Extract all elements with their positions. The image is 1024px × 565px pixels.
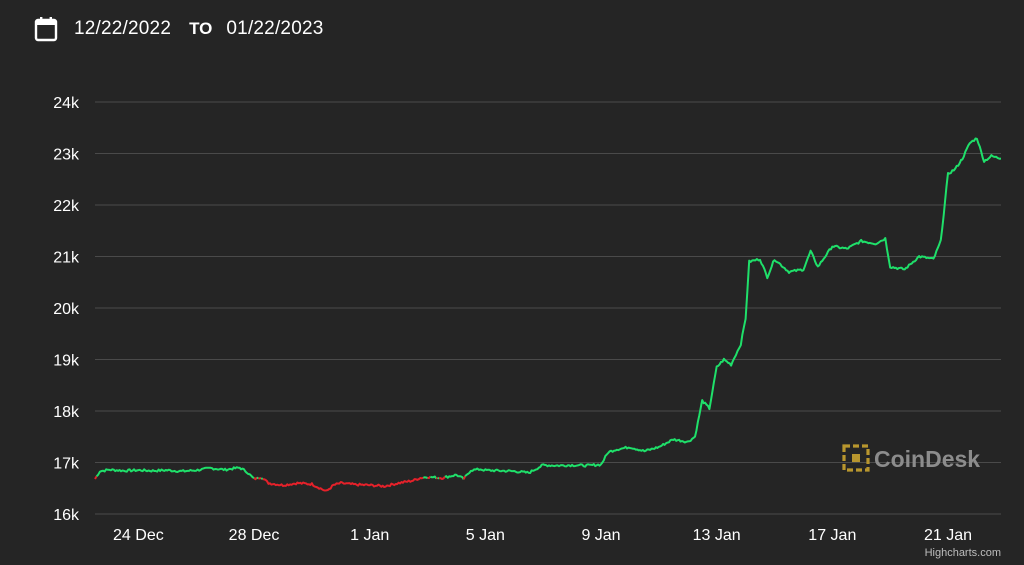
y-tick-label: 20k [53,301,80,318]
y-tick-label: 17k [53,456,80,473]
price-line-segment-up [444,473,465,480]
x-tick-label: 17 Jan [808,527,856,544]
y-tick-label: 22k [53,198,80,215]
y-tick-label: 16k [53,507,80,524]
x-tick-label: 28 Dec [229,527,280,544]
price-series [94,137,1002,492]
price-line-segment-down [435,476,438,480]
y-tick-label: 24k [53,95,80,112]
coindesk-watermark: CoinDesk [842,444,980,472]
y-tick-label: 23k [53,147,80,164]
y-axis: 16k 17k 18k 19k 20k 21k 22k 23k 24k [53,95,80,524]
price-line-segment-down [94,475,98,480]
price-chart: 16k 17k 18k 19k 20k 21k 22k 23k 24k 24 Dec 28 Dec… [53,95,1002,559]
y-tick-label: 21k [53,250,80,267]
price-line-segment-up [260,477,264,481]
price-line-segment-up [437,476,440,480]
coindesk-logo-icon [842,444,870,472]
x-tick-label: 1 Jan [350,527,389,544]
x-tick-label: 13 Jan [693,527,741,544]
price-line-segment-down [262,476,424,492]
price-line-segment-up [422,476,428,479]
y-tick-label: 19k [53,353,80,370]
y-tick-label: 18k [53,404,80,421]
price-line-segment-down [427,475,432,479]
price-line-segment-down [462,475,467,480]
coindesk-wordmark: CoinDesk [874,446,980,472]
x-tick-label: 5 Jan [466,527,505,544]
price-line-segment-down [438,476,446,480]
x-tick-label: 9 Jan [581,527,620,544]
x-axis: 24 Dec 28 Dec 1 Jan 5 Jan 9 Jan 13 Jan 17 Jan 2… [113,527,972,544]
price-line-segment-up [95,466,255,479]
price-line-segment-up [464,137,1002,477]
x-tick-label: 24 Dec [113,527,164,544]
x-tick-label: 21 Jan [924,527,972,544]
price-line-segment-up [429,475,438,480]
gridlines [95,101,1001,515]
price-line-segment-up [256,476,259,480]
highcharts-credits[interactable]: Highcharts.com [925,547,1001,559]
